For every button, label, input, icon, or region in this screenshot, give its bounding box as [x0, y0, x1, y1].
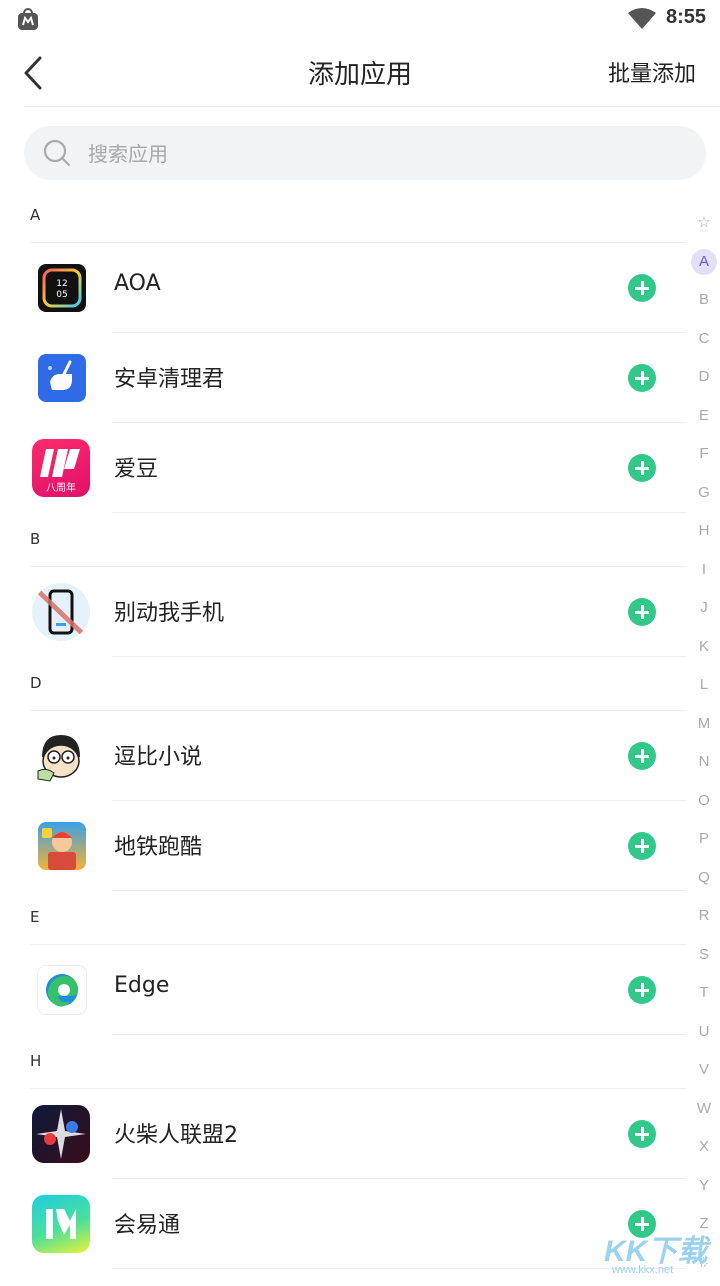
add-app-button[interactable]	[628, 274, 656, 302]
index-letter[interactable]: V	[690, 1055, 718, 1094]
add-app-button[interactable]	[628, 598, 656, 626]
aoa-clock-icon: 12 05	[38, 264, 86, 312]
section-header-d: D	[30, 674, 42, 692]
watermark-url: www.kkx.net	[612, 1264, 673, 1276]
section-header-e: E	[30, 908, 39, 926]
index-letter[interactable]: B	[690, 285, 718, 324]
index-letter[interactable]: J	[690, 593, 718, 632]
row-divider	[112, 512, 686, 513]
phone-forbidden-icon	[32, 583, 90, 641]
list-item[interactable]: 12 05 AOA	[0, 243, 690, 333]
search-icon	[42, 138, 72, 168]
row-divider	[112, 1034, 686, 1035]
row-divider	[112, 656, 686, 657]
app-name: AOA	[114, 271, 161, 296]
section-header-b: B	[30, 530, 40, 548]
app-name: 爱豆	[114, 451, 158, 483]
cleaner-broom-icon	[38, 354, 86, 402]
svg-text:05: 05	[56, 290, 67, 300]
alphabet-index[interactable]: ☆ABCDEFGHIJKLMNOPQRSTUVWXYZ#	[690, 208, 718, 1286]
cartoon-face-icon	[32, 727, 90, 785]
status-bar: 8:55	[0, 0, 720, 40]
index-letter[interactable]: T	[690, 978, 718, 1017]
wifi-icon	[628, 8, 656, 30]
aidou-icon: 八周年	[32, 439, 90, 497]
index-letter[interactable]: G	[690, 478, 718, 517]
index-letter[interactable]: U	[690, 1017, 718, 1056]
add-app-button[interactable]	[628, 742, 656, 770]
top-bar: 添加应用 批量添加	[0, 40, 720, 106]
index-letter[interactable]: Y	[690, 1171, 718, 1210]
app-name: 安卓清理君	[114, 361, 224, 393]
index-letter[interactable]: E	[690, 401, 718, 440]
index-letter[interactable]: O	[690, 786, 718, 825]
index-letter[interactable]: W	[690, 1094, 718, 1133]
app-name: Edge	[114, 973, 169, 998]
app-name: 火柴人联盟2	[114, 1117, 238, 1149]
index-letter[interactable]: H	[690, 516, 718, 555]
index-letter[interactable]: D	[690, 362, 718, 401]
index-letter[interactable]: R	[690, 901, 718, 940]
list-item[interactable]: 别动我手机	[0, 567, 690, 657]
status-time: 8:55	[666, 6, 706, 29]
header-divider	[24, 106, 720, 107]
list-item[interactable]: 逗比小说	[0, 711, 690, 801]
index-letter[interactable]: Q	[690, 863, 718, 902]
index-letter[interactable]: X	[690, 1132, 718, 1171]
index-letter[interactable]: C	[690, 324, 718, 363]
list-item[interactable]: 会易通	[0, 1179, 690, 1269]
list-item[interactable]: 八周年 爱豆	[0, 423, 690, 513]
list-item[interactable]: 安卓清理君	[0, 333, 690, 423]
app-name: 逗比小说	[114, 739, 202, 771]
row-divider	[112, 890, 686, 891]
list-item[interactable]: 地铁跑酷	[0, 801, 690, 891]
edge-browser-icon	[38, 966, 86, 1014]
add-app-button[interactable]	[628, 832, 656, 860]
list-item[interactable]: 火柴人联盟2	[0, 1089, 690, 1179]
app-name: 别动我手机	[114, 595, 224, 627]
watermark: KK下载 www.kkx.net	[604, 1226, 716, 1278]
batch-add-button[interactable]: 批量添加	[608, 56, 696, 88]
index-letter[interactable]: K	[690, 632, 718, 671]
list-item[interactable]: Edge	[0, 945, 690, 1035]
section-header-h: H	[30, 1052, 41, 1070]
app-name: 地铁跑酷	[114, 829, 202, 861]
index-letter[interactable]: F	[690, 439, 718, 478]
add-app-button[interactable]	[628, 364, 656, 392]
add-app-button[interactable]	[628, 976, 656, 1004]
index-letter[interactable]: I	[690, 555, 718, 594]
app-notification-icon	[16, 8, 40, 32]
search-bar[interactable]	[24, 126, 706, 180]
index-letter[interactable]: M	[690, 709, 718, 748]
huiyitong-icon	[32, 1195, 90, 1253]
index-letter[interactable]: S	[690, 940, 718, 979]
index-letter[interactable]: N	[690, 747, 718, 786]
row-divider	[112, 1268, 686, 1269]
app-name: 会易通	[114, 1207, 180, 1239]
aidou-badge: 八周年	[32, 479, 90, 494]
index-letter[interactable]: P	[690, 824, 718, 863]
add-app-button[interactable]	[628, 454, 656, 482]
index-star-icon[interactable]: ☆	[690, 208, 718, 247]
index-letter[interactable]: A	[690, 247, 718, 286]
search-input[interactable]	[86, 136, 650, 172]
index-letter[interactable]: L	[690, 670, 718, 709]
subway-surfers-icon	[38, 822, 86, 870]
stickman-league-icon	[32, 1105, 90, 1163]
svg-text:12: 12	[56, 279, 67, 289]
section-header-a: A	[30, 206, 40, 224]
add-app-button[interactable]	[628, 1120, 656, 1148]
